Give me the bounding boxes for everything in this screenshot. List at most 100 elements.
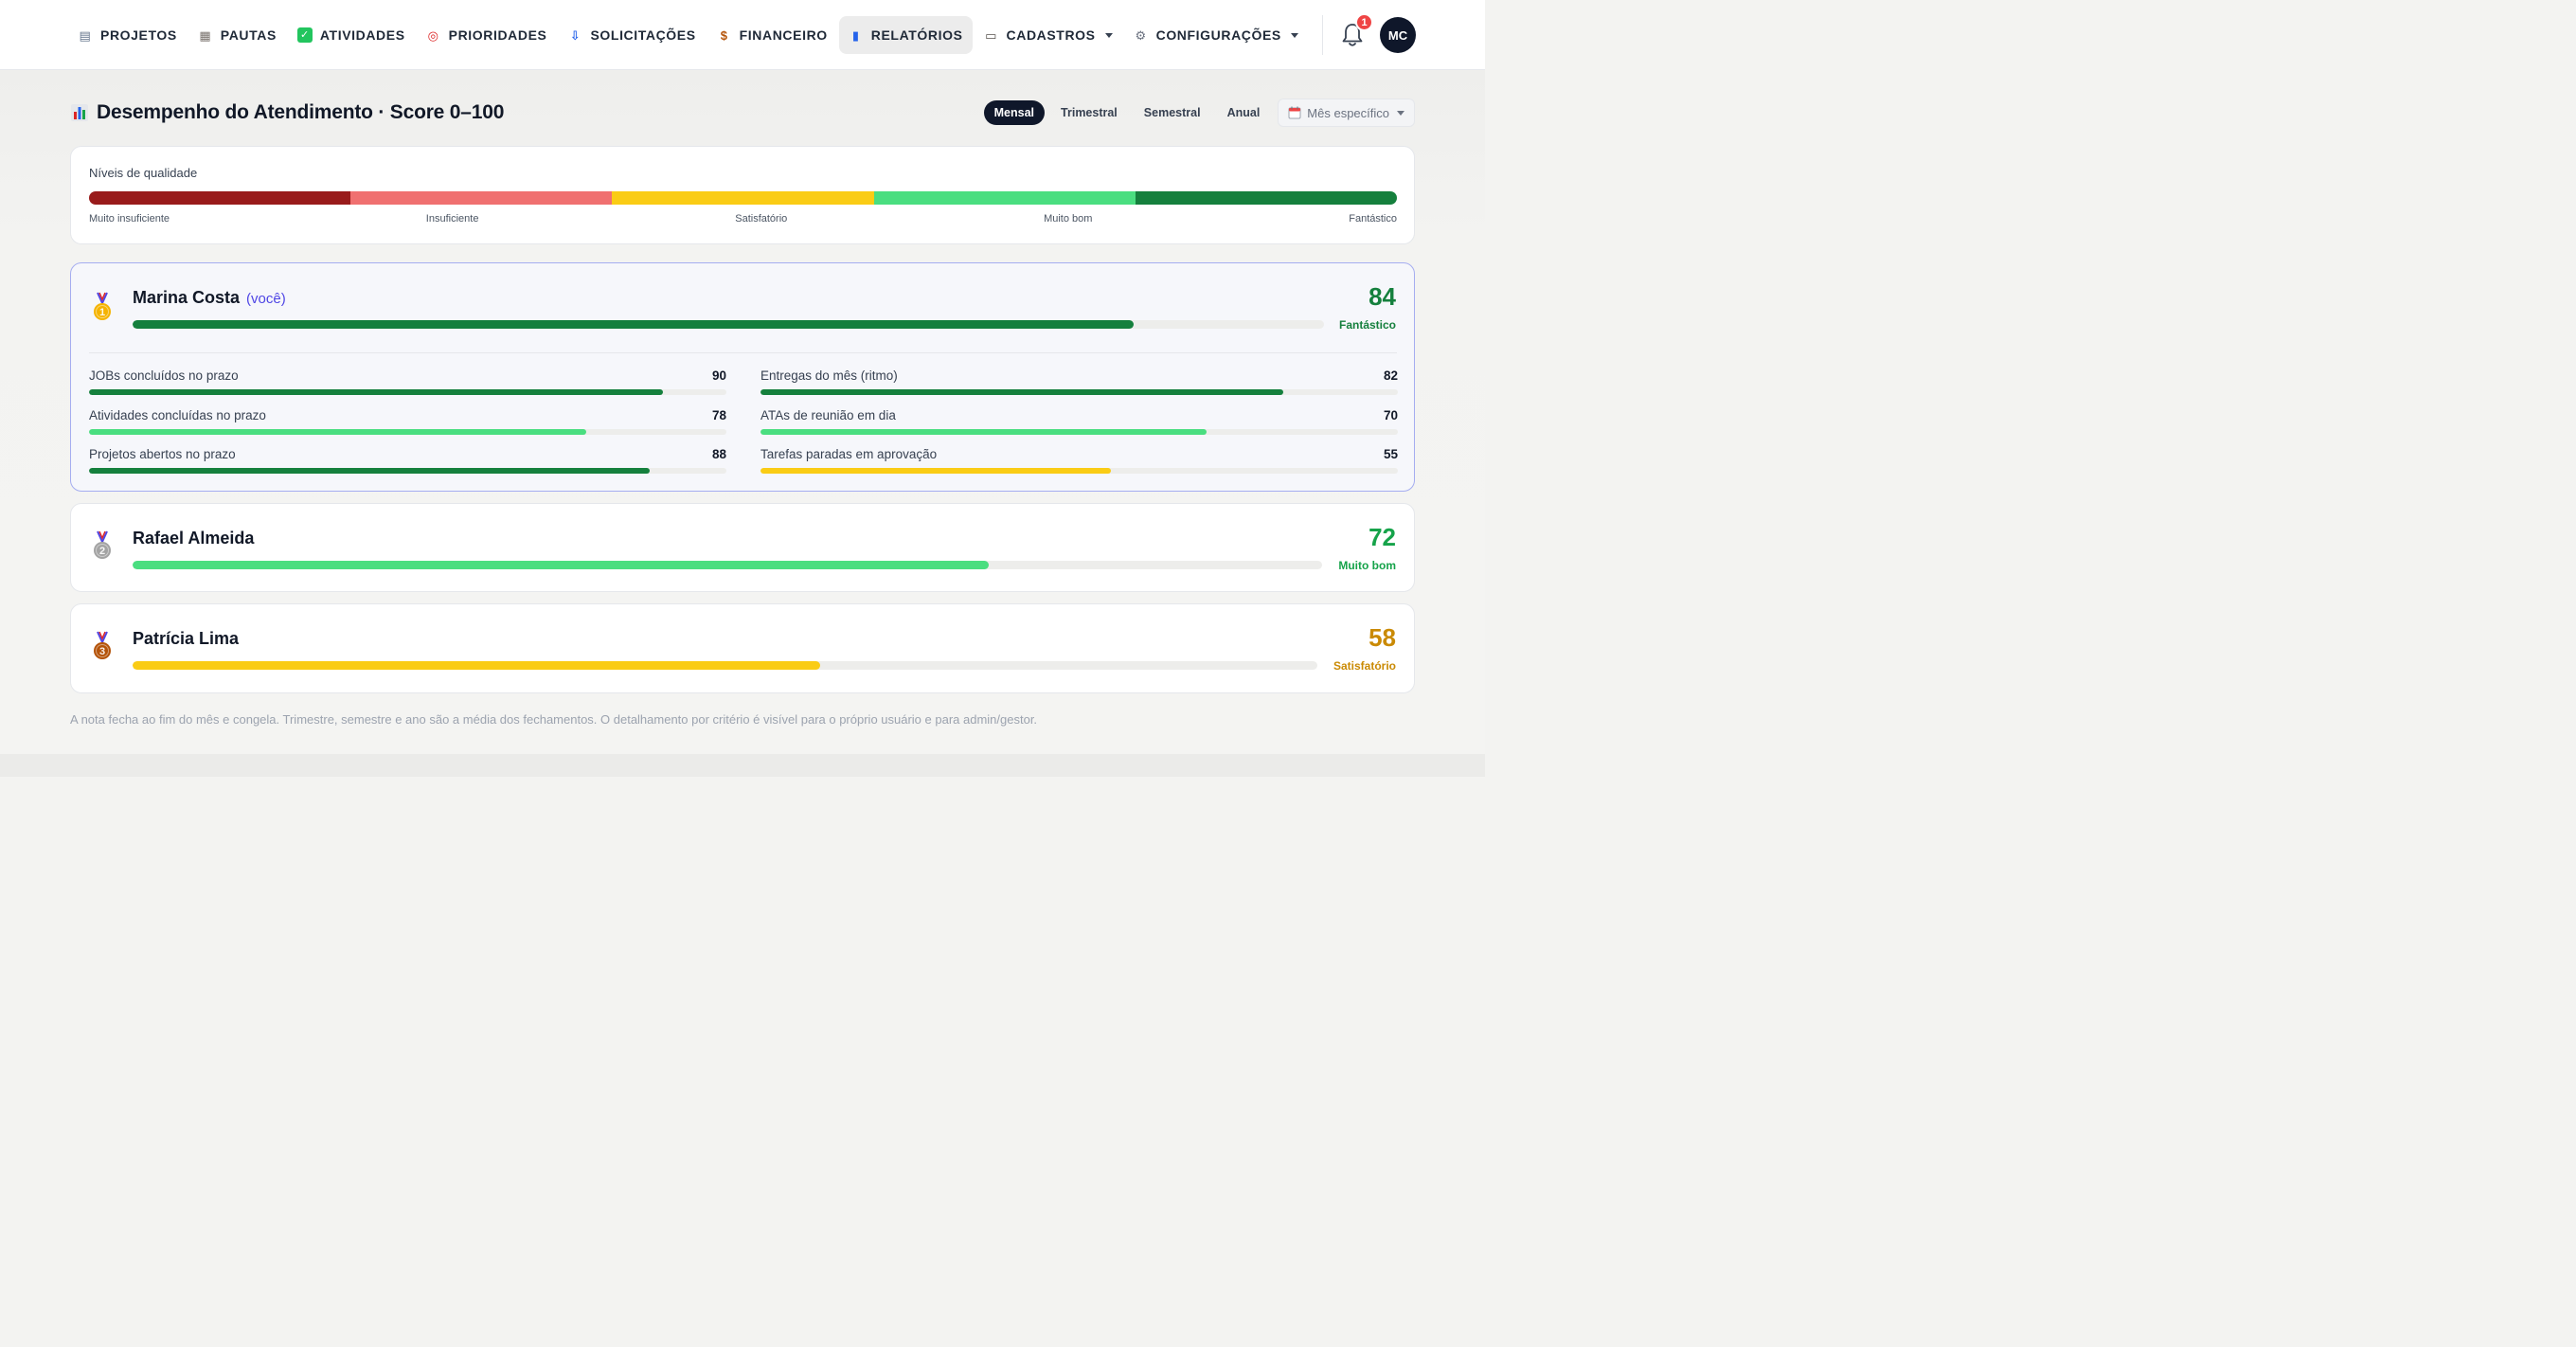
chevron-down-icon (1397, 110, 1404, 116)
nav-item-label: PRIORIDADES (448, 27, 547, 43)
user-avatar[interactable]: MC (1380, 17, 1416, 53)
month-select[interactable]: Mês específico (1278, 99, 1415, 127)
bar-chart-icon (71, 104, 88, 121)
nav-item-cadastros[interactable]: ▭ CADASTROS (975, 16, 1122, 54)
criterion-name: ATAs de reunião em dia (760, 408, 896, 422)
criterion-bar-track (89, 468, 726, 474)
nav-item-label: RELATÓRIOS (870, 27, 963, 43)
nav-item-label: ATIVIDADES (319, 27, 405, 43)
footnote: A nota fecha ao fim do mês e congela. Tr… (70, 712, 1038, 727)
criterion-bar-fill (89, 429, 586, 435)
main-nav: ▤ PROJETOS ▦ PAUTAS ✓ ATIVIDADES ◎ PRIORIDADES ⇩… (68, 16, 1308, 54)
quality-levels-title: Níveis de qualidade (89, 166, 198, 180)
criterion-name: Projetos abertos no prazo (89, 447, 236, 461)
svg-text:2: 2 (99, 546, 105, 557)
nav-item-relatorios[interactable]: ▮ RELATÓRIOS (838, 16, 973, 54)
ranking-card-1[interactable]: 1 Marina Costa (você) 84 Fantástico JOBs… (70, 262, 1415, 492)
score-bar-fill (133, 661, 820, 670)
score-level: Fantástico (1338, 318, 1396, 332)
notepad-icon: ▦ (199, 27, 212, 43)
criterion-value: 55 (1383, 447, 1398, 461)
criterion-value: 78 (711, 408, 726, 422)
calendar-icon (1288, 106, 1301, 119)
nav-item-atividades[interactable]: ✓ ATIVIDADES (288, 16, 415, 54)
score-level: Muito bom (1338, 559, 1396, 572)
scale-segment (350, 191, 613, 205)
period-trimestral[interactable]: Trimestral (1050, 100, 1128, 125)
criterion-bar-fill (760, 468, 1112, 474)
scale-label: Muito bom (1044, 213, 1093, 224)
criterion-bar-fill (89, 468, 651, 474)
criterion-bar-track (760, 468, 1398, 474)
scale-label: Insuficiente (425, 213, 479, 224)
nav-divider (1322, 15, 1323, 55)
score-value: 72 (1368, 523, 1396, 551)
page-title: Desempenho do Atendimento · Score 0–100 (97, 101, 505, 123)
scale-segment (1135, 191, 1397, 205)
nav-item-configuracoes[interactable]: ⚙ CONFIGURAÇÕES (1124, 16, 1308, 54)
nav-item-label: SOLICITAÇÕES (590, 27, 696, 43)
criterion-bar-track (760, 429, 1398, 435)
chevron-down-icon (1290, 32, 1298, 38)
notification-badge: 1 (1355, 13, 1373, 31)
criterion-value: 70 (1383, 408, 1398, 422)
period-semestral[interactable]: Semestral (1134, 100, 1211, 125)
card-divider (89, 352, 1397, 353)
folder-icon: ▤ (79, 27, 92, 43)
criterion-name: Atividades concluídas no prazo (89, 408, 266, 422)
nav-item-label: FINANCEIRO (739, 27, 828, 43)
ranking-card-3[interactable]: 3 Patrícia Lima 58 Satisfatório (70, 603, 1415, 693)
criterion-value: 90 (711, 368, 726, 383)
period-anual[interactable]: Anual (1217, 100, 1271, 125)
svg-text:1: 1 (99, 307, 105, 318)
criterion-bar-fill (760, 389, 1283, 395)
card-file-icon: ▭ (985, 27, 997, 43)
criterion-bar-track (89, 429, 726, 435)
nav-item-label: CADASTROS (1006, 27, 1096, 43)
scale-segment (873, 191, 1136, 205)
nav-item-financeiro[interactable]: $ FINANCEIRO (707, 16, 837, 54)
page-header: Desempenho do Atendimento · Score 0–100 (70, 99, 504, 127)
quality-scale-bar (89, 191, 1397, 205)
nav-item-solicitacoes[interactable]: ⇩ SOLICITAÇÕES (558, 16, 705, 54)
criterion-name: JOBs concluídos no prazo (89, 368, 239, 383)
criterion-name: Tarefas paradas em aprovação (760, 447, 938, 461)
chevron-down-icon (1104, 32, 1113, 38)
score-level: Satisfatório (1333, 659, 1396, 673)
medal-2-icon: 2 (94, 530, 111, 559)
person-name: Patrícia Lima (133, 629, 240, 648)
score-bar-track (133, 320, 1324, 329)
scale-label: Fantástico (1349, 213, 1397, 224)
quality-levels-card: Níveis de qualidade Muito insuficiente In… (70, 146, 1415, 244)
gear-icon: ⚙ (1135, 27, 1147, 43)
score-bar-fill (133, 320, 1134, 329)
score-bar-track (133, 661, 1317, 670)
top-navbar: ▤ PROJETOS ▦ PAUTAS ✓ ATIVIDADES ◎ PRIORIDADES ⇩… (0, 0, 1485, 70)
person-name: Marina Costa (você) (133, 288, 286, 307)
bar-chart-icon: ▮ (851, 27, 860, 43)
ranking-card-2[interactable]: 2 Rafael Almeida 72 Muito bom (70, 503, 1415, 592)
criterion-bar-fill (89, 389, 663, 395)
you-label: (você) (246, 291, 286, 307)
nav-item-label: PROJETOS (100, 27, 177, 43)
period-selector: Mensal Trimestral Semestral Anual Mês especí… (983, 99, 1415, 127)
medal-1-icon: 1 (94, 292, 111, 320)
criterion-value: 88 (711, 447, 726, 461)
quality-scale-labels: Muito insuficiente Insuficiente Satisfatór… (89, 213, 1397, 224)
score-value: 84 (1368, 282, 1396, 311)
money-bag-icon: $ (720, 27, 728, 43)
score-bar-fill (133, 561, 990, 569)
criterion-bar-track (89, 389, 726, 395)
nav-item-projetos[interactable]: ▤ PROJETOS (68, 16, 187, 54)
nav-item-prioridades[interactable]: ◎ PRIORIDADES (417, 16, 557, 54)
target-icon: ◎ (427, 27, 439, 43)
check-icon: ✓ (296, 27, 313, 43)
criterion-value: 82 (1383, 368, 1398, 383)
period-mensal[interactable]: Mensal (983, 100, 1046, 125)
scale-segment (612, 191, 874, 205)
criterion-name: Entregas do mês (ritmo) (760, 368, 898, 383)
nav-item-label: PAUTAS (220, 27, 277, 43)
nav-item-pautas[interactable]: ▦ PAUTAS (188, 16, 286, 54)
medal-3-icon: 3 (94, 631, 111, 659)
criterion-bar-fill (760, 429, 1208, 435)
